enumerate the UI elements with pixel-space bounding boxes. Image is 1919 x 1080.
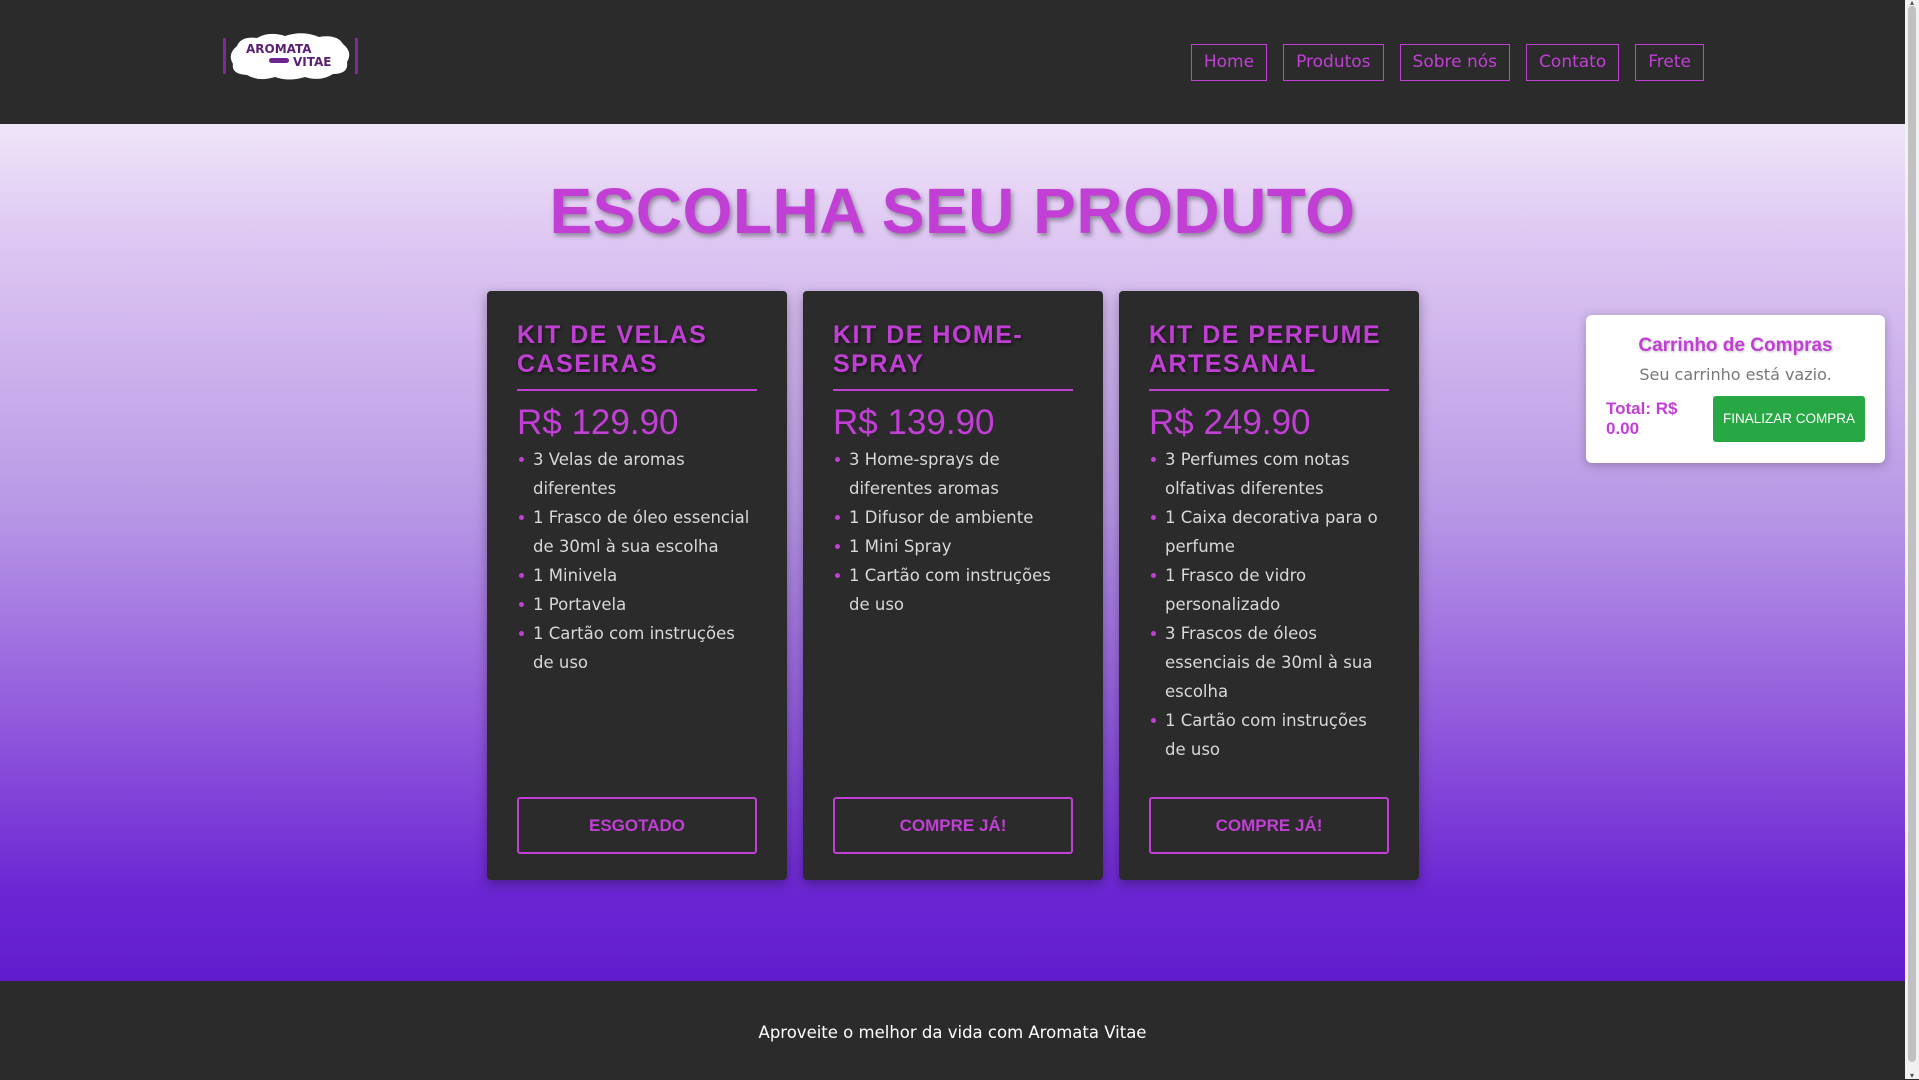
main-nav: Home Produtos Sobre nós Contato Frete <box>1190 44 1704 81</box>
list-item: 1 Caixa decorativa para o perfume <box>1151 503 1389 561</box>
site-header: AROMATA VITAE Home Produtos Sobre nós Co… <box>0 0 1905 124</box>
product-items-list: 3 Velas de aromas diferentes 1 Frasco de… <box>517 445 757 677</box>
nav-contato-link[interactable]: Contato <box>1526 44 1620 81</box>
cart-footer: Total: R$ 0.00 Finalizar Compra <box>1606 396 1865 442</box>
list-item: 1 Difusor de ambiente <box>835 503 1073 532</box>
cart-total: Total: R$ 0.00 <box>1606 399 1678 438</box>
list-item: 1 Mini Spray <box>835 532 1073 561</box>
svg-text:VITAE: VITAE <box>293 55 332 69</box>
product-price: R$ 249.90 <box>1149 403 1311 442</box>
product-card-perfume: KIT DE PERFUME ARTESANAL R$ 249.90 3 Per… <box>1119 291 1419 880</box>
footer-text: Aproveite o melhor da vida com Aromata V… <box>758 1023 1147 1042</box>
page-title: ESCOLHA SEU PRODUTO <box>549 175 1356 247</box>
nav-home-link[interactable]: Home <box>1190 44 1268 81</box>
vertical-scrollbar[interactable]: ▴ ▾ <box>1905 0 1919 1080</box>
nav-sobre-nos-link[interactable]: Sobre nós <box>1399 44 1511 81</box>
list-item: 1 Cartão com instruções de uso <box>1151 706 1389 764</box>
product-title: KIT DE HOME-SPRAY <box>833 321 1073 391</box>
svg-text:AROMATA: AROMATA <box>246 42 312 56</box>
esgotado-button[interactable]: ESGOTADO <box>517 797 757 854</box>
shopping-cart-panel: Carrinho de Compras Seu carrinho está va… <box>1586 315 1885 463</box>
compre-ja-button[interactable]: COMPRE JÁ! <box>833 797 1073 854</box>
products-section: ESCOLHA SEU PRODUTO KIT DE VELAS CASEIRA… <box>0 124 1905 981</box>
list-item: 3 Frascos de óleos essenciais de 30ml à … <box>1151 619 1389 706</box>
list-item: 1 Frasco de óleo essencial de 30ml à sua… <box>519 503 757 561</box>
list-item: 1 Portavela <box>519 590 757 619</box>
list-item: 1 Frasco de vidro personalizado <box>1151 561 1389 619</box>
product-cards: KIT DE VELAS CASEIRAS R$ 129.90 3 Velas … <box>487 291 1419 880</box>
product-card-velas: KIT DE VELAS CASEIRAS R$ 129.90 3 Velas … <box>487 291 787 880</box>
scroll-down-icon[interactable]: ▾ <box>1908 1072 1916 1080</box>
finalizar-compra-button[interactable]: Finalizar Compra <box>1713 396 1865 442</box>
list-item: 1 Cartão com instruções de uso <box>519 619 757 677</box>
list-item: 1 Minivela <box>519 561 757 590</box>
nav-frete-link[interactable]: Frete <box>1635 44 1704 81</box>
compre-ja-button[interactable]: COMPRE JÁ! <box>1149 797 1389 854</box>
product-title: KIT DE PERFUME ARTESANAL <box>1149 321 1389 391</box>
product-card-home-spray: KIT DE HOME-SPRAY R$ 139.90 3 Home-spray… <box>803 291 1103 880</box>
product-items-list: 3 Home-sprays de diferentes aromas 1 Dif… <box>833 445 1073 619</box>
nav-produtos-link[interactable]: Produtos <box>1283 44 1384 81</box>
list-item: 3 Velas de aromas diferentes <box>519 445 757 503</box>
logo-image: AROMATA VITAE <box>223 33 358 80</box>
product-price: R$ 139.90 <box>833 403 995 442</box>
scrollbar-thumb[interactable] <box>1908 6 1916 1062</box>
product-title: KIT DE VELAS CASEIRAS <box>517 321 757 391</box>
list-item: 3 Perfumes com notas olfativas diferente… <box>1151 445 1389 503</box>
product-items-list: 3 Perfumes com notas olfativas diferente… <box>1149 445 1389 764</box>
site-footer: Aproveite o melhor da vida com Aromata V… <box>0 981 1905 1079</box>
cart-empty-message: Seu carrinho está vazio. <box>1639 365 1832 384</box>
product-price: R$ 129.90 <box>517 403 679 442</box>
list-item: 3 Home-sprays de diferentes aromas <box>835 445 1073 503</box>
list-item: 1 Cartão com instruções de uso <box>835 561 1073 619</box>
page: AROMATA VITAE Home Produtos Sobre nós Co… <box>0 0 1905 1079</box>
cart-title: Carrinho de Compras <box>1638 335 1833 356</box>
aromata-vitae-logo[interactable]: AROMATA VITAE <box>223 32 358 82</box>
